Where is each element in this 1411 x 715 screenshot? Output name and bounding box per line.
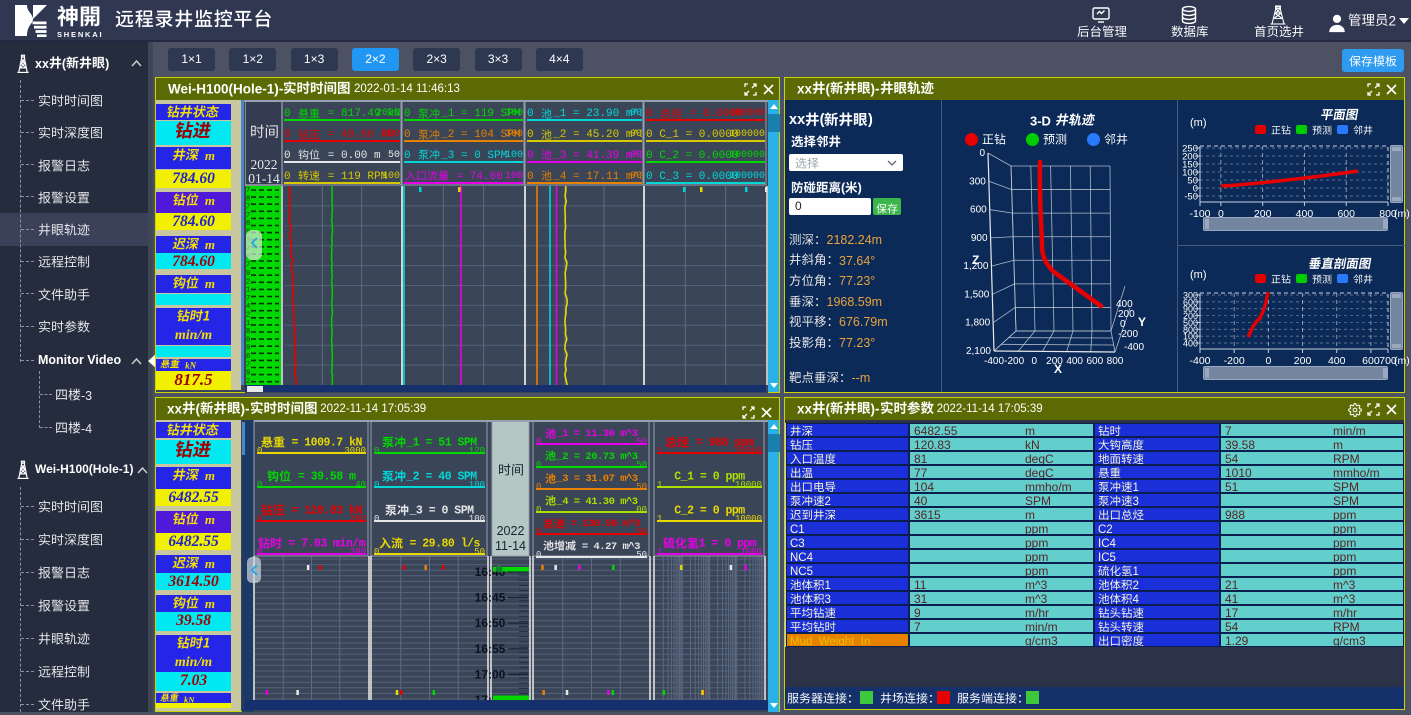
svg-text:1,500: 1,500: [964, 289, 989, 300]
svg-text:-200: -200: [1004, 356, 1024, 367]
svg-text:(m): (m): [1394, 208, 1410, 220]
svg-text:8: 8: [246, 328, 250, 336]
svg-text:600: 600: [970, 205, 987, 216]
svg-text:7: 7: [246, 361, 250, 369]
svg-text:7: 7: [246, 262, 250, 270]
svg-text:-50: -50: [1184, 192, 1198, 203]
svg-text:1,800: 1,800: [965, 318, 990, 329]
svg-text:0: 0: [1032, 356, 1038, 367]
svg-text:(m): (m): [1394, 355, 1410, 367]
svg-text:0: 0: [246, 336, 250, 344]
svg-text:-400: -400: [984, 356, 1004, 367]
svg-text:9: 9: [246, 370, 250, 378]
svg-text:8: 8: [246, 195, 250, 203]
svg-text:900: 900: [971, 233, 988, 244]
svg-text:800: 800: [1107, 356, 1124, 367]
svg-text:9: 9: [246, 345, 250, 353]
svg-text:1: 1: [246, 320, 250, 328]
svg-text:7: 7: [246, 212, 250, 220]
svg-text:16:50: 16:50: [475, 616, 506, 630]
svg-text:Z: Z: [972, 253, 979, 267]
svg-text:9: 9: [246, 270, 250, 278]
svg-text:-400: -400: [1124, 342, 1144, 353]
svg-text:7: 7: [246, 187, 250, 195]
svg-text:7: 7: [246, 204, 250, 212]
svg-text:300: 300: [969, 176, 986, 187]
svg-text:2: 2: [246, 278, 250, 286]
svg-text:400: 400: [1066, 356, 1083, 367]
svg-text:2: 2: [246, 312, 250, 320]
svg-text:1: 1: [246, 287, 250, 295]
svg-text:X: X: [1054, 362, 1062, 376]
svg-text:8: 8: [246, 220, 250, 228]
svg-text:0: 0: [979, 148, 985, 159]
svg-text:-200: -200: [1118, 329, 1138, 340]
svg-text:7: 7: [246, 295, 250, 303]
svg-text:600: 600: [1086, 356, 1103, 367]
svg-text:17:00: 17:00: [475, 667, 506, 681]
svg-text:16:55: 16:55: [475, 642, 506, 656]
svg-text:Y: Y: [1138, 315, 1146, 329]
svg-text:16:45: 16:45: [475, 591, 506, 605]
svg-text:6: 6: [246, 353, 250, 361]
svg-text:4: 4: [246, 303, 250, 311]
